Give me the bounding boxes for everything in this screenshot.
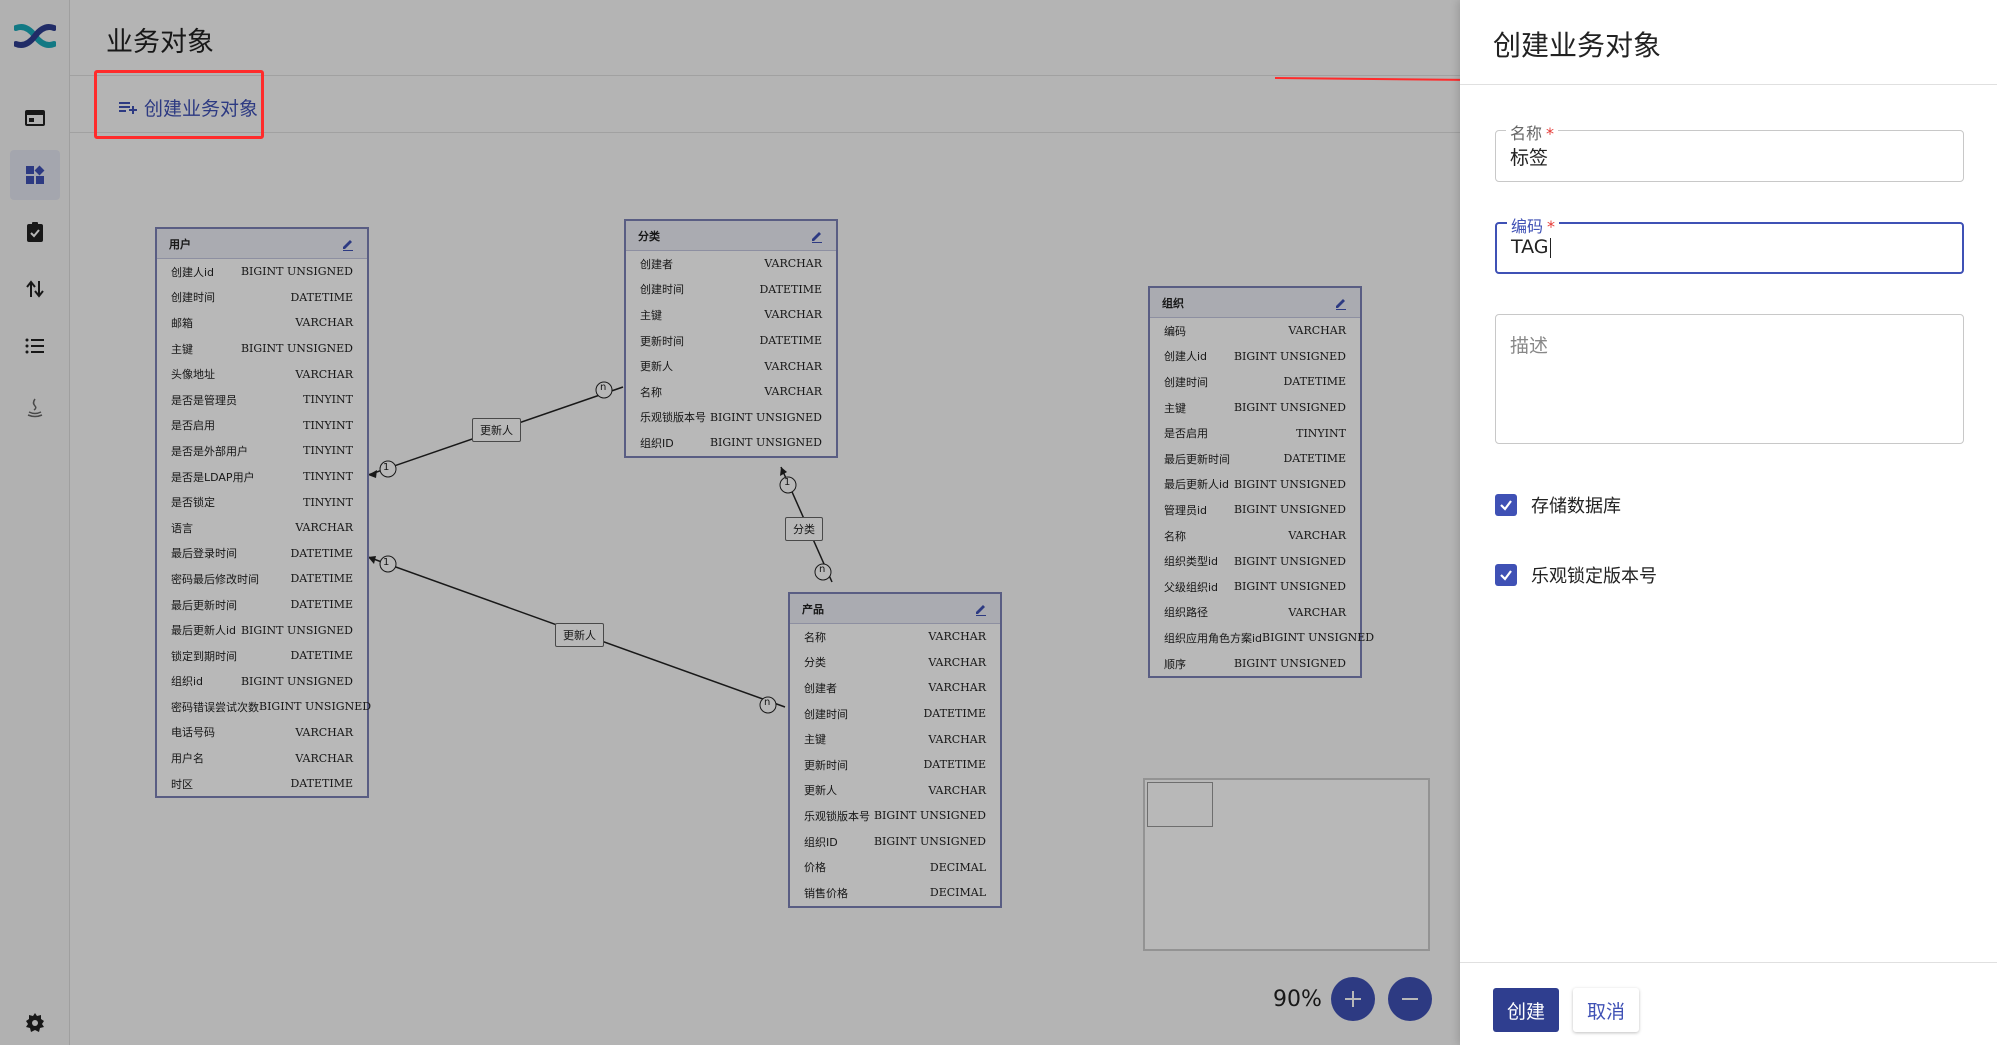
code-field-value: TAG (1511, 236, 1551, 258)
drawer-title: 创建业务对象 (1493, 29, 1662, 62)
create-drawer: 创建业务对象 名称 * 标签 编码 * TAG 描述 存储数据库 乐观锁定版本号 创… (1460, 0, 1997, 1045)
checkbox-checked[interactable] (1495, 494, 1517, 516)
name-field-value: 标签 (1510, 147, 1549, 169)
description-field[interactable]: 描述 (1495, 314, 1964, 444)
checkbox-checked[interactable] (1495, 564, 1517, 586)
check-icon (1500, 500, 1512, 511)
store-database-label: 存储数据库 (1531, 496, 1621, 517)
red-arrow-annotation (1275, 74, 1489, 86)
code-field-label: 编码 * (1507, 213, 1560, 237)
description-placeholder: 描述 (1510, 335, 1549, 357)
name-field-label: 名称 * (1506, 120, 1559, 144)
optimistic-lock-label: 乐观锁定版本号 (1531, 566, 1657, 587)
code-field[interactable]: 编码 * TAG (1495, 213, 1964, 274)
name-field[interactable]: 名称 * 标签 (1495, 120, 1964, 182)
check-icon (1500, 570, 1512, 581)
highlight-annotation (94, 70, 264, 139)
modal-backdrop[interactable] (0, 0, 1460, 1045)
cancel-button[interactable]: 取消 (1573, 988, 1639, 1032)
drawer-divider (1460, 84, 1997, 85)
drawer-footer-divider (1460, 962, 1997, 963)
create-button[interactable]: 创建 (1493, 988, 1559, 1032)
optimistic-lock-checkbox[interactable]: 乐观锁定版本号 (1495, 562, 1657, 588)
store-database-checkbox[interactable]: 存储数据库 (1495, 492, 1621, 518)
